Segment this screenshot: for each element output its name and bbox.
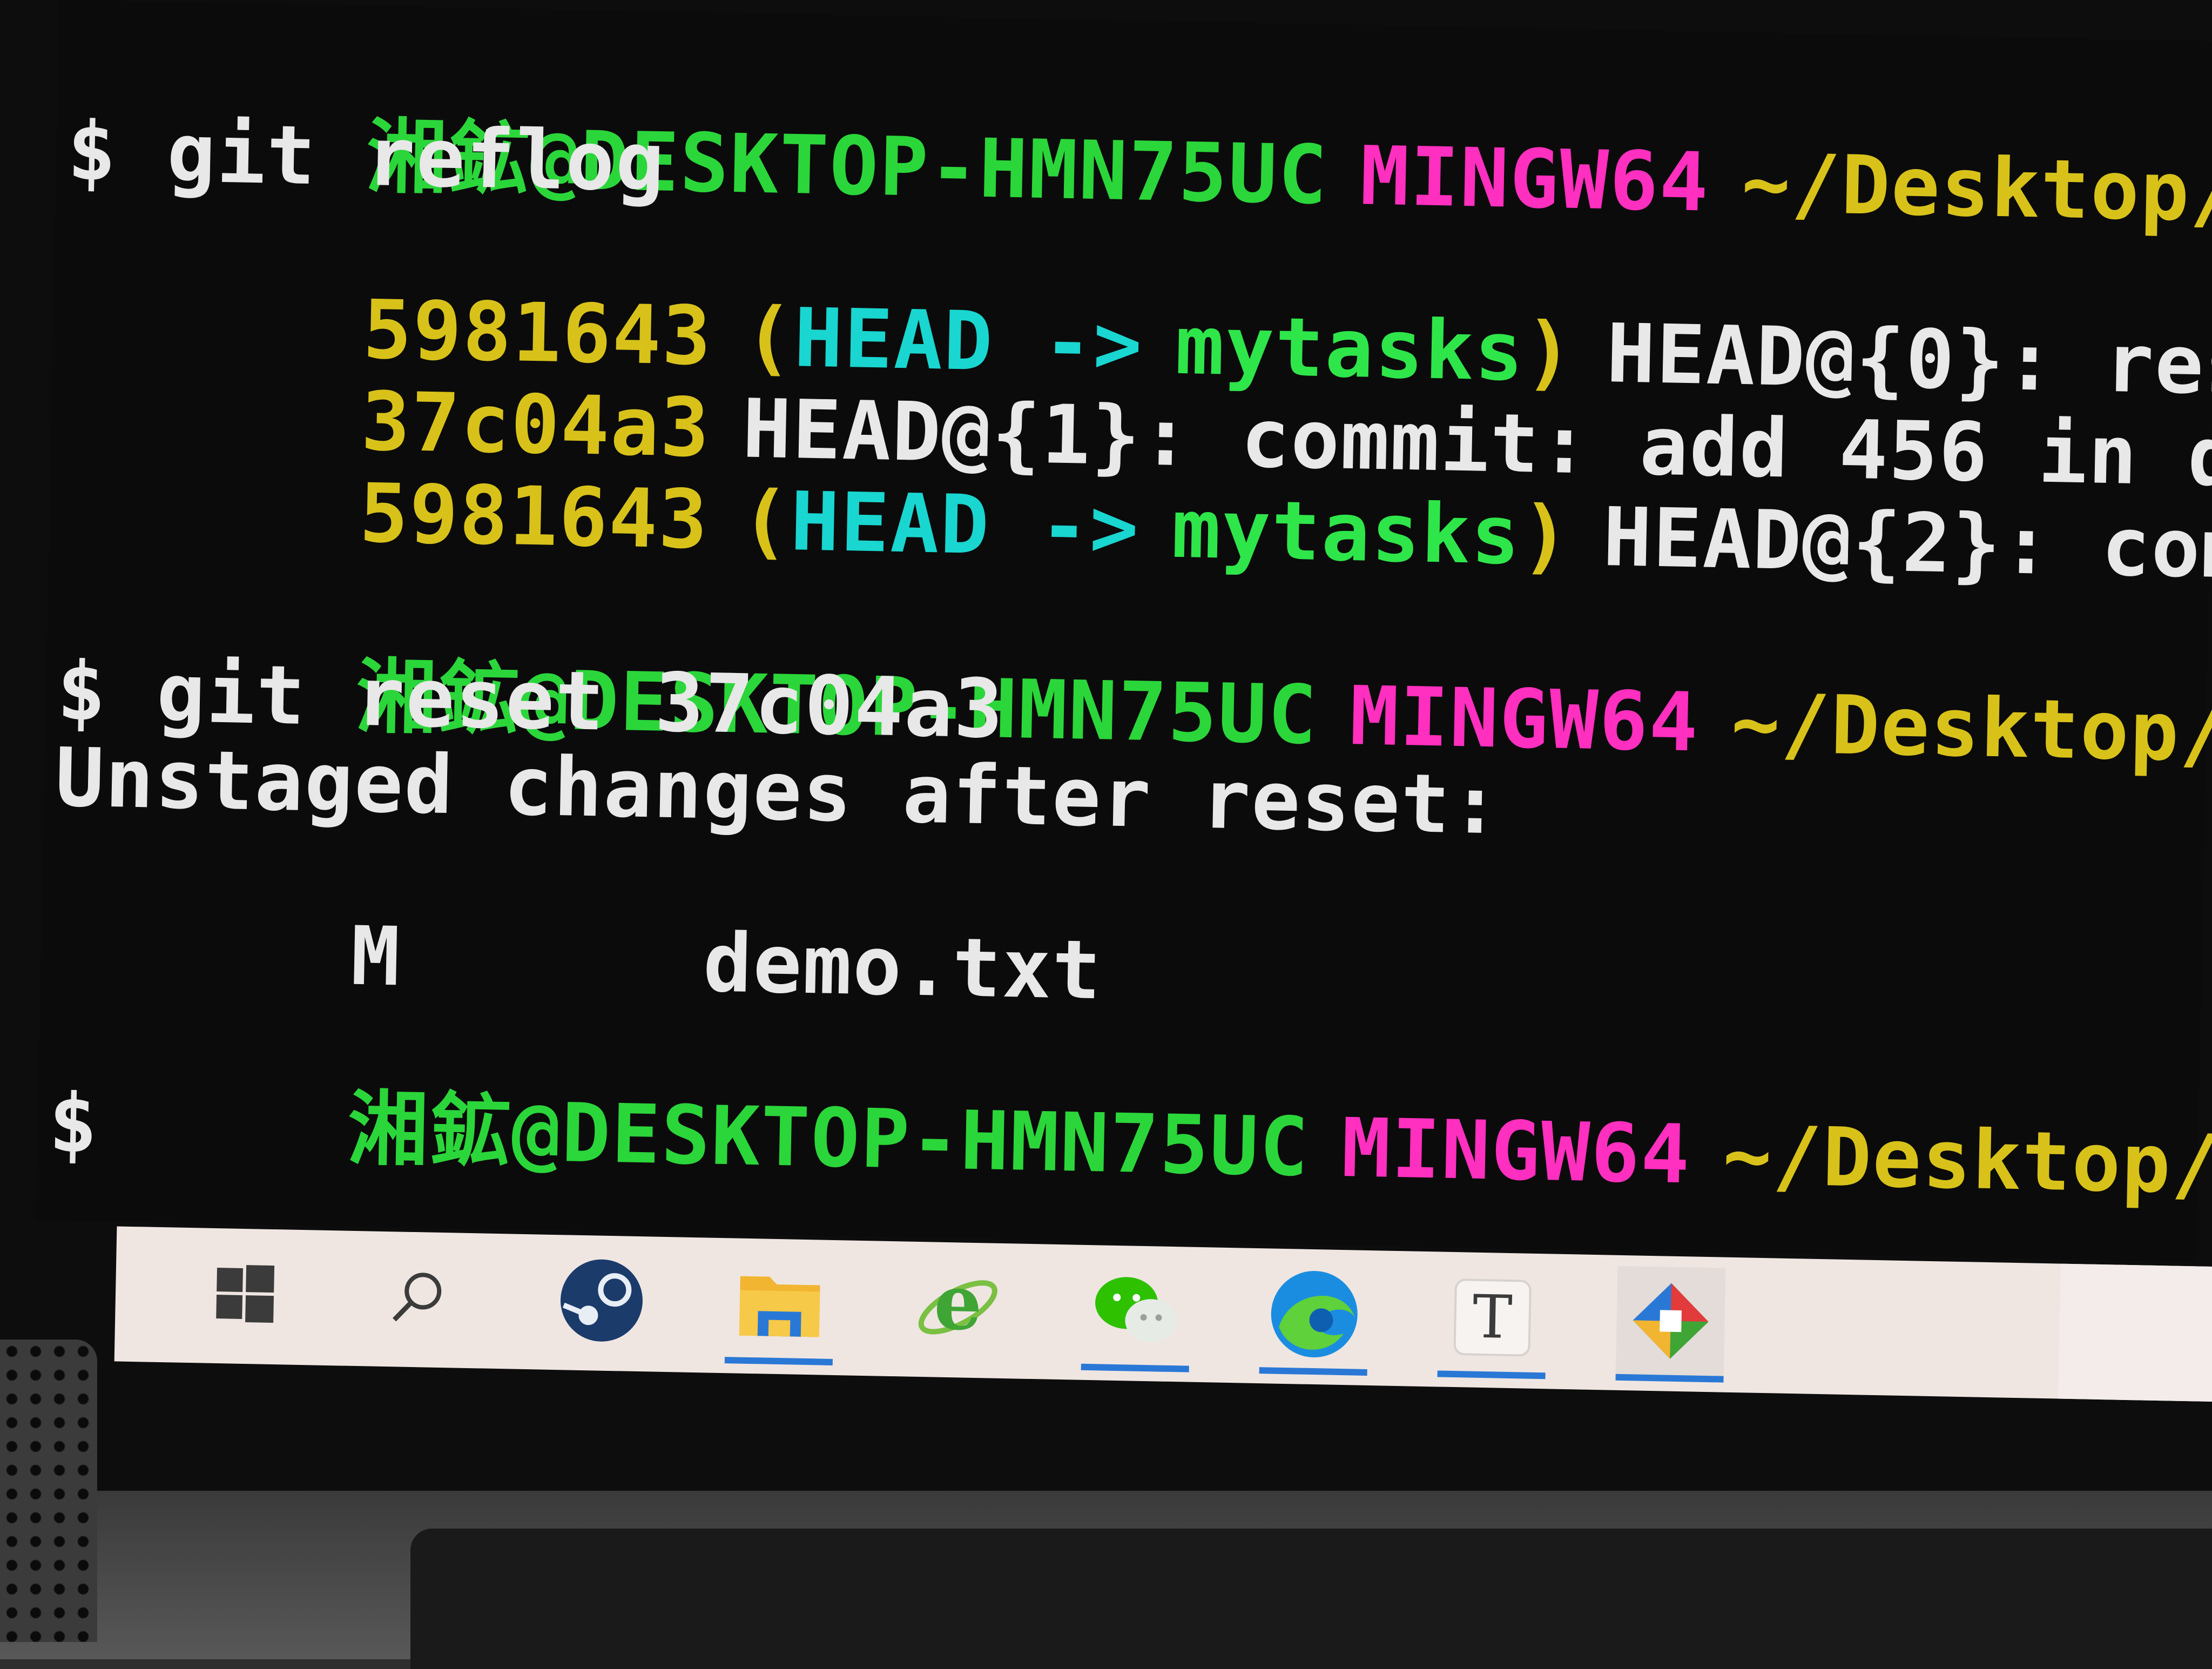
reflog-message: HEAD@{2}: commit	[1602, 490, 2212, 600]
running-indicator	[724, 1357, 833, 1365]
windows-start-icon	[216, 1265, 275, 1323]
head-pointer: HEAD ->	[790, 475, 1141, 576]
internet-explorer-button[interactable]: e	[903, 1252, 1013, 1362]
git-bash-terminal[interactable]: 湘鉱@DESKTOP-HMN75UC MINGW64 ~/Desktop/d0h $…	[36, 0, 2212, 1262]
svg-text:T: T	[1472, 1282, 1513, 1352]
prompt-system: MINGW64	[1359, 129, 1710, 230]
command-line: $	[48, 1076, 100, 1172]
prompt-path: ~/Desktop/d0h	[1741, 136, 2212, 243]
speaker-grill	[0, 1340, 97, 1642]
running-indicator	[1615, 1374, 1724, 1383]
prompt-path: ~/Desktop/d0h0	[1730, 676, 2212, 784]
running-indicator	[1259, 1367, 1367, 1376]
prompt-system: MINGW64	[1340, 1101, 1692, 1202]
typora-icon: T	[1453, 1278, 1532, 1357]
colorful-app-icon	[1633, 1283, 1709, 1359]
search-button[interactable]	[363, 1242, 473, 1352]
command-line: $ git reflog	[66, 104, 666, 210]
edge-button[interactable]	[1259, 1259, 1370, 1376]
colorful-app-button[interactable]	[1615, 1266, 1726, 1383]
running-indicator	[1437, 1370, 1546, 1379]
paren-open: (	[740, 474, 792, 569]
edge-icon	[1271, 1271, 1358, 1358]
branch-name: mytasks	[1171, 482, 1522, 583]
search-icon	[392, 1273, 442, 1322]
prompt-user-host: 湘鉱@DESKTOP-HMN75UC	[347, 1082, 1311, 1195]
start-button[interactable]	[190, 1239, 300, 1349]
file-status: M	[350, 909, 402, 1005]
prompt-path: ~/Desktop/d0h0s	[1722, 1108, 2212, 1217]
typora-button[interactable]: T	[1437, 1262, 1548, 1379]
file-explorer-icon	[739, 1276, 820, 1337]
steam-button[interactable]	[547, 1246, 657, 1356]
steam-icon	[560, 1259, 643, 1342]
svg-text:e: e	[933, 1263, 983, 1348]
wechat-button[interactable]	[1081, 1256, 1191, 1372]
paren-close: )	[1520, 489, 1572, 584]
prompt-system: MINGW64	[1349, 669, 1700, 770]
internet-explorer-icon: e	[918, 1263, 997, 1348]
running-indicator	[1081, 1363, 1189, 1372]
wechat-icon	[1095, 1277, 1177, 1343]
file-explorer-button[interactable]	[724, 1249, 835, 1365]
laptop-screen: 湘鉱@DESKTOP-HMN75UC MINGW64 ~/Desktop/d0h $…	[33, 0, 2212, 1402]
laptop-hinge	[410, 1529, 2212, 1669]
commit-hash: 5981643	[359, 466, 710, 568]
file-name: demo.txt	[702, 916, 1103, 1018]
taskbar-tray-area[interactable]	[2058, 1263, 2212, 1402]
